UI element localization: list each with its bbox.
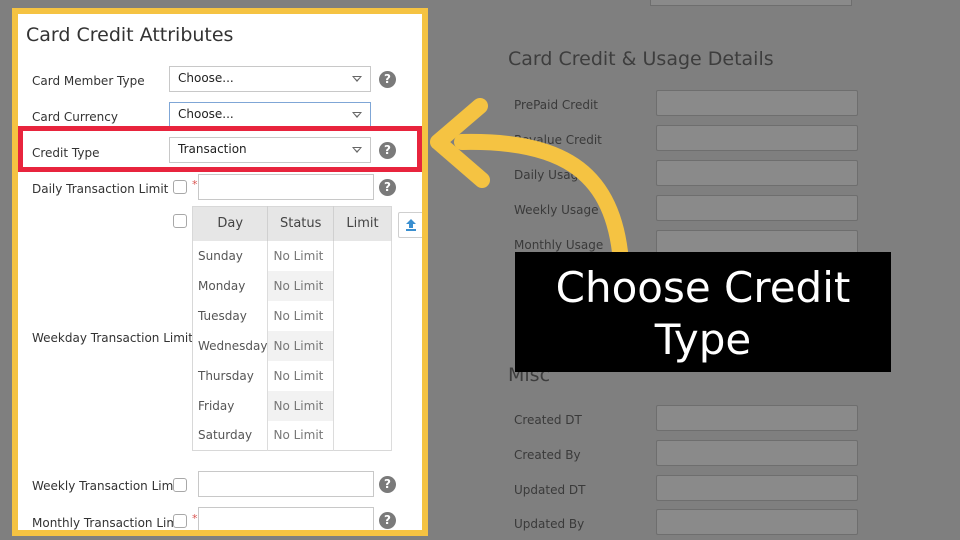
callout-box: Choose Credit Type (515, 252, 891, 372)
callout-line-2: Type (654, 315, 752, 364)
callout-line-1: Choose Credit (555, 263, 851, 312)
